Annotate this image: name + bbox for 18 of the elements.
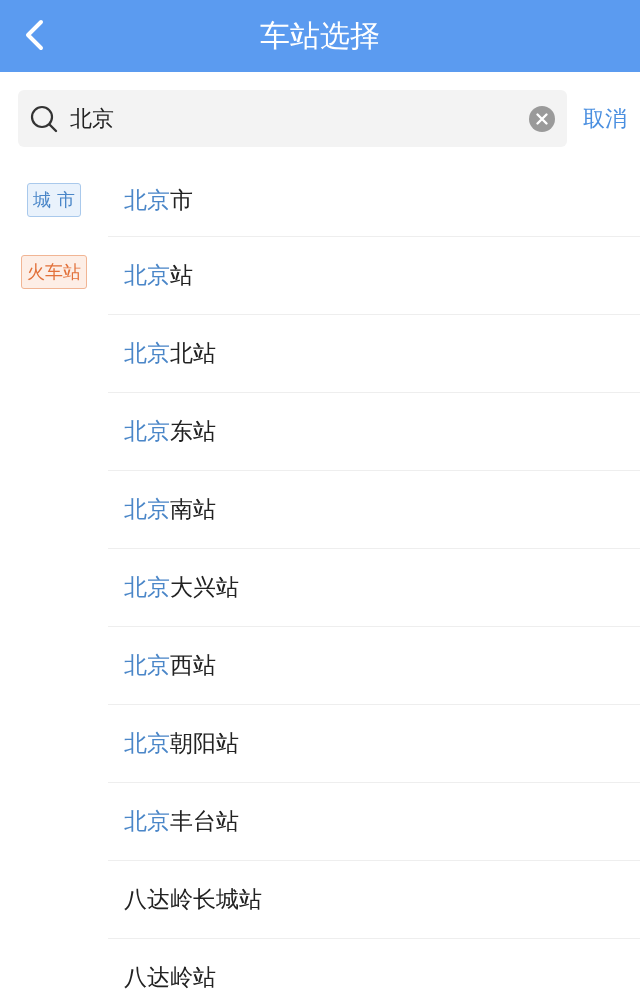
- category-tag: 城 市: [27, 183, 81, 217]
- station-item[interactable]: 北京西站: [108, 627, 640, 705]
- station-item[interactable]: 北京南站: [108, 471, 640, 549]
- station-item[interactable]: 八达岭站: [108, 939, 640, 1005]
- category-tag: 火车站: [21, 255, 87, 289]
- station-item[interactable]: 北京朝阳站: [108, 705, 640, 783]
- search-input[interactable]: 北京: [68, 105, 519, 132]
- station-item[interactable]: 北京市: [108, 165, 640, 237]
- station-item[interactable]: 北京大兴站: [108, 549, 640, 627]
- page-title: 车站选择: [260, 16, 380, 55]
- search-field[interactable]: 北京: [18, 90, 567, 147]
- clear-icon[interactable]: [529, 105, 555, 132]
- station-item[interactable]: 北京丰台站: [108, 783, 640, 861]
- station-item[interactable]: 北京站: [108, 237, 640, 315]
- station-item[interactable]: 北京东站: [108, 393, 640, 471]
- search-icon: [30, 104, 58, 133]
- station-item[interactable]: 八达岭长城站: [108, 861, 640, 939]
- station-item[interactable]: 北京北站: [108, 315, 640, 393]
